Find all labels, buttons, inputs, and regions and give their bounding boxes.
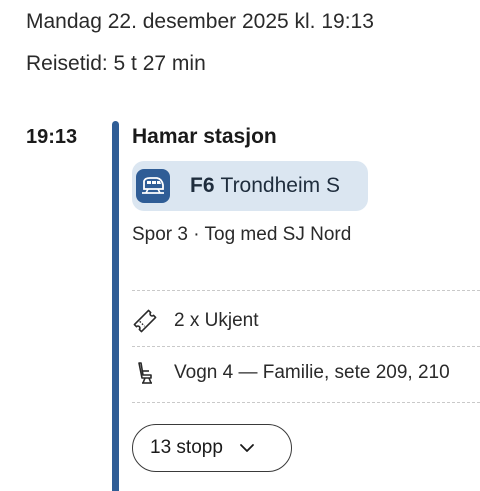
stops-label: 13 stopp <box>150 437 223 458</box>
trip-date: Mandag 22. desember 2025 kl. 19:13 <box>26 10 374 33</box>
stops-toggle-button[interactable]: 13 stopp <box>132 424 292 472</box>
travel-time: Reisetid: 5 t 27 min <box>26 52 206 75</box>
divider <box>132 346 480 347</box>
route-label: F6 Trondheim S <box>190 174 340 198</box>
departure-time: 19:13 <box>26 126 78 148</box>
chevron-down-icon <box>239 443 255 453</box>
divider <box>132 290 480 291</box>
platform-operator: Spor 3 · Tog med SJ Nord <box>132 224 352 245</box>
divider <box>132 402 480 403</box>
station-name: Hamar stasjon <box>132 125 277 148</box>
train-icon <box>136 169 170 203</box>
seat-icon <box>132 358 162 388</box>
timeline-line <box>112 121 119 491</box>
destination: Trondheim S <box>220 174 340 197</box>
line-number: F6 <box>190 174 215 197</box>
ticket-text: 2 x Ukjent <box>174 310 259 331</box>
seat-text: Vogn 4 — Familie, sete 209, 210 <box>174 362 450 383</box>
seat-row: Vogn 4 — Familie, sete 209, 210 <box>132 358 450 388</box>
ticket-row: 2 x Ukjent <box>132 306 258 336</box>
line-chip[interactable]: F6 Trondheim S <box>132 161 368 211</box>
ticket-icon <box>132 306 162 336</box>
